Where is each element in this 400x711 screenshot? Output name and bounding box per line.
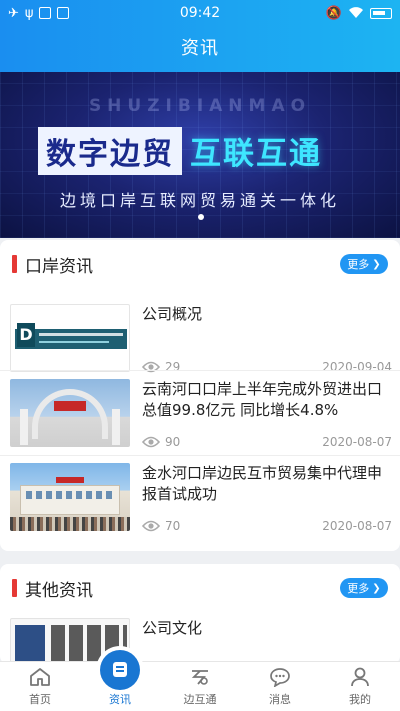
chat-icon xyxy=(268,665,292,689)
battery-icon xyxy=(370,7,392,19)
news-item[interactable]: D 公司概况 29 2020-09-04 xyxy=(10,304,392,374)
news-thumbnail: D xyxy=(10,304,130,372)
divider xyxy=(0,370,400,371)
status-time: 09:42 xyxy=(179,5,221,21)
nav-label: 边互通 xyxy=(183,693,217,706)
views-wrap: 70 xyxy=(142,519,180,533)
views-wrap: 90 xyxy=(142,435,180,449)
news-date: 2020-08-07 xyxy=(322,435,392,449)
user-icon xyxy=(348,665,372,689)
nav-label: 消息 xyxy=(269,693,291,706)
nav-item-home[interactable]: 首页 xyxy=(0,662,80,711)
more-button[interactable]: 更多 ❯ xyxy=(340,578,388,598)
news-item[interactable]: 金水河口岸边民互市贸易集中代理申报首试成功 70 2020-08-07 xyxy=(10,463,392,533)
news-title: 金水河口岸边民互市贸易集中代理申报首试成功 xyxy=(142,464,383,503)
nav-item-news[interactable]: 资讯 xyxy=(80,650,160,711)
nav-label: 我的 xyxy=(349,693,371,706)
news-thumbnail xyxy=(10,463,130,531)
hero-banner[interactable]: SHUZIBIANMAO 数字边贸 互联互通 边境口岸互联网贸易通关一体化 xyxy=(0,72,400,238)
views-wrap: 29 xyxy=(142,360,180,374)
news-meta: 90 2020-08-07 xyxy=(142,435,392,449)
nav-item-profile[interactable]: 我的 xyxy=(320,662,400,711)
nav-item-border-connect[interactable]: 边互通 xyxy=(160,662,240,711)
section-title: 口岸资讯 xyxy=(25,256,93,277)
news-title: 公司文化 xyxy=(142,619,203,637)
section-accent-bar xyxy=(12,255,17,273)
eye-icon xyxy=(142,361,160,373)
chevron-right-icon: ❯ xyxy=(372,582,381,594)
border-connect-icon xyxy=(188,665,212,689)
banner-headline: 数字边贸 互联互通 xyxy=(38,126,330,175)
nav-label: 首页 xyxy=(29,693,51,706)
news-date: 2020-08-07 xyxy=(322,519,392,533)
home-icon xyxy=(28,665,52,689)
news-icon xyxy=(100,650,140,690)
section-title-wrap: 其他资讯 xyxy=(12,576,93,601)
section-title: 其他资讯 xyxy=(25,580,93,601)
banner-headline-part1: 数字边贸 xyxy=(38,126,182,175)
news-thumbnail xyxy=(10,379,130,447)
port-news-section: 口岸资讯 更多 ❯ D 公司概况 29 2020-09-04 云南河口口岸上半年… xyxy=(0,240,400,551)
more-label: 更多 xyxy=(347,582,370,595)
news-date: 2020-09-04 xyxy=(322,360,392,374)
news-item[interactable]: 云南河口口岸上半年完成外贸进出口总值99.8亿元 同比增长4.8% 90 202… xyxy=(10,379,392,449)
news-title: 公司概况 xyxy=(142,305,203,323)
banner-pinyin: SHUZIBIANMAO xyxy=(88,96,312,116)
bottom-nav: 首页 资讯 边互通 消息 我的 xyxy=(0,650,400,711)
view-count: 70 xyxy=(165,519,181,533)
section-title-wrap: 口岸资讯 xyxy=(12,252,93,277)
news-meta: 70 2020-08-07 xyxy=(142,519,392,533)
news-meta: 29 2020-09-04 xyxy=(142,360,392,374)
other-news-section: 其他资讯 更多 ❯ 公司文化 xyxy=(0,564,400,686)
eye-icon xyxy=(142,436,160,448)
app-header: ✈ ψ 09:42 🔕 资讯 xyxy=(0,0,400,72)
banner-subtitle: 边境口岸互联网贸易通关一体化 xyxy=(59,191,340,210)
page-title: 资讯 xyxy=(181,38,219,59)
more-label: 更多 xyxy=(347,258,370,271)
nav-label: 资讯 xyxy=(109,693,131,706)
view-count: 90 xyxy=(165,435,181,449)
news-title: 云南河口口岸上半年完成外贸进出口总值99.8亿元 同比增长4.8% xyxy=(142,380,383,419)
divider xyxy=(0,455,400,456)
nav-item-messages[interactable]: 消息 xyxy=(240,662,320,711)
eye-icon xyxy=(142,520,160,532)
banner-headline-part2: 互联互通 xyxy=(190,136,322,172)
carousel-indicator[interactable] xyxy=(198,214,204,220)
more-button[interactable]: 更多 ❯ xyxy=(340,254,388,274)
section-header: 其他资讯 更多 ❯ xyxy=(0,564,400,612)
status-bar: ✈ ψ 09:42 🔕 xyxy=(0,0,400,26)
view-count: 29 xyxy=(165,360,181,374)
section-header: 口岸资讯 更多 ❯ xyxy=(0,240,400,288)
section-accent-bar xyxy=(12,579,17,597)
chevron-right-icon: ❯ xyxy=(372,258,381,270)
